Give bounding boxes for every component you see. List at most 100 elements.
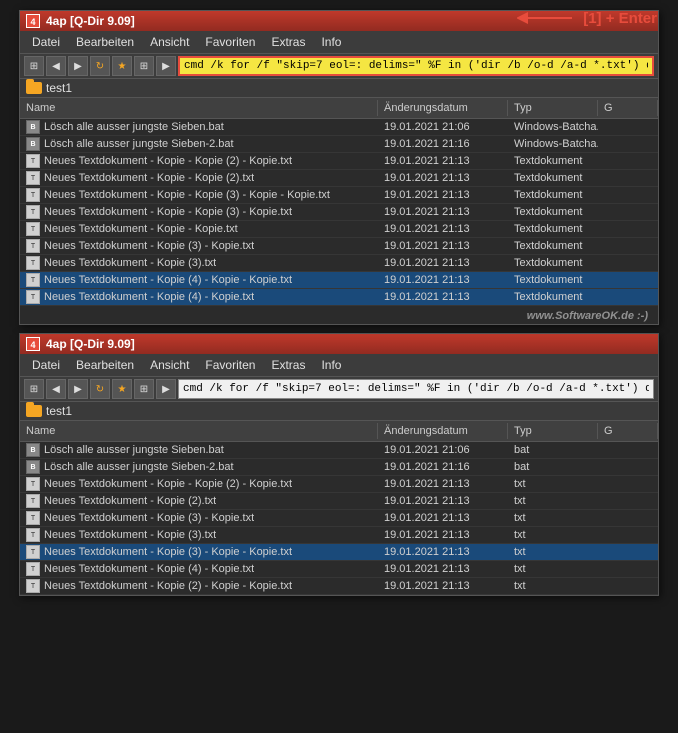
tb-refresh-btn-2[interactable]: ↻ [90,379,110,399]
txt-icon: T [26,545,40,559]
file-type-cell: Textdokument [508,239,598,253]
table-row[interactable]: T Neues Textdokument - Kopie (3) - Kopie… [20,238,658,255]
file-name: Lösch alle ausser jungste Sieben.bat [44,121,224,133]
table-row[interactable]: T Neues Textdokument - Kopie - Kopie (3)… [20,204,658,221]
table-row[interactable]: T Neues Textdokument - Kopie - Kopie (3)… [20,187,658,204]
file-g-cell [598,262,658,264]
file-g-cell [598,228,658,230]
file-g-cell [598,160,658,162]
table-row[interactable]: T Neues Textdokument - Kopie (3).txt 19.… [20,255,658,272]
file-g-cell [598,568,658,570]
file-name-cell: T Neues Textdokument - Kopie - Kopie (3)… [20,187,378,203]
menu-datei-1[interactable]: Datei [24,33,68,51]
tb-grid-btn-2[interactable]: ⊞ [24,379,44,399]
annotation-label: [1] + Enter [583,10,657,27]
menu-info-1[interactable]: Info [313,33,349,51]
table-row[interactable]: T Neues Textdokument - Kopie (3) - Kopie… [20,510,658,527]
menu-extras-1[interactable]: Extras [263,33,313,51]
table-row[interactable]: T Neues Textdokument - Kopie (3) - Kopie… [20,544,658,561]
file-name: Neues Textdokument - Kopie (3) - Kopie.t… [44,240,254,252]
txt-icon: T [26,477,40,491]
file-date-cell: 19.01.2021 21:13 [378,222,508,236]
table-row[interactable]: B Lösch alle ausser jungste Sieben-2.bat… [20,136,658,153]
table-row[interactable]: T Neues Textdokument - Kopie (3).txt 19.… [20,527,658,544]
col-g-1[interactable]: G [598,100,658,116]
table-row[interactable]: T Neues Textdokument - Kopie (4) - Kopie… [20,272,658,289]
txt-icon: T [26,528,40,542]
txt-icon: T [26,205,40,219]
table-row[interactable]: T Neues Textdokument - Kopie (4) - Kopie… [20,561,658,578]
tb-fwd-btn-2[interactable]: ▶ [68,379,88,399]
file-name-cell: T Neues Textdokument - Kopie - Kopie.txt [20,221,378,237]
file-list-2: Name Änderungsdatum Typ G B Lösch alle a… [20,421,658,595]
col-g-2[interactable]: G [598,423,658,439]
file-date-cell: 19.01.2021 21:13 [378,256,508,270]
file-g-cell [598,143,658,145]
file-name: Neues Textdokument - Kopie - Kopie (3) -… [44,189,330,201]
table-row[interactable]: T Neues Textdokument - Kopie (2).txt 19.… [20,493,658,510]
txt-icon: T [26,239,40,253]
file-list-header-1: Name Änderungsdatum Typ G [20,98,658,119]
menu-favoriten-1[interactable]: Favoriten [197,33,263,51]
file-name: Neues Textdokument - Kopie (4) - Kopie.t… [44,563,254,575]
tb-refresh-btn-1[interactable]: ↻ [90,56,110,76]
menu-bearbeiten-2[interactable]: Bearbeiten [68,356,142,374]
table-row[interactable]: T Neues Textdokument - Kopie - Kopie.txt… [20,221,658,238]
col-name-1[interactable]: Name [20,100,378,116]
address-bar-1[interactable] [178,56,654,76]
tb-layout-btn-1[interactable]: ⊞ [134,56,154,76]
table-row[interactable]: T Neues Textdokument - Kopie - Kopie (2)… [20,170,658,187]
tb-grid-btn-1[interactable]: ⊞ [24,56,44,76]
table-row[interactable]: T Neues Textdokument - Kopie - Kopie (2)… [20,476,658,493]
table-row[interactable]: B Lösch alle ausser jungste Sieben.bat 1… [20,442,658,459]
tb-layout-btn-2[interactable]: ⊞ [134,379,154,399]
col-date-2[interactable]: Änderungsdatum [378,423,508,439]
menu-ansicht-2[interactable]: Ansicht [142,356,197,374]
table-row[interactable]: T Neues Textdokument - Kopie - Kopie (2)… [20,153,658,170]
tb-fwd-btn-1[interactable]: ▶ [68,56,88,76]
menu-info-2[interactable]: Info [313,356,349,374]
txt-icon: T [26,562,40,576]
file-name: Neues Textdokument - Kopie (4) - Kopie -… [44,274,292,286]
menu-datei-2[interactable]: Datei [24,356,68,374]
file-g-cell [598,296,658,298]
col-name-2[interactable]: Name [20,423,378,439]
file-g-cell [598,534,658,536]
app-icon-2: 4 [26,337,40,351]
file-date-cell: 19.01.2021 21:13 [378,171,508,185]
menu-bearbeiten-1[interactable]: Bearbeiten [68,33,142,51]
file-date-cell: 19.01.2021 21:13 [378,562,508,576]
file-g-cell [598,279,658,281]
col-date-1[interactable]: Änderungsdatum [378,100,508,116]
table-row[interactable]: T Neues Textdokument - Kopie (2) - Kopie… [20,578,658,595]
tb-go-btn-2[interactable]: ▶ [156,379,176,399]
menu-extras-2[interactable]: Extras [263,356,313,374]
file-name-cell: B Lösch alle ausser jungste Sieben-2.bat [20,136,378,152]
file-type-cell: Textdokument [508,154,598,168]
tb-back-btn-2[interactable]: ◀ [46,379,66,399]
table-row[interactable]: B Lösch alle ausser jungste Sieben-2.bat… [20,459,658,476]
col-type-1[interactable]: Typ [508,100,598,116]
tb-back-btn-1[interactable]: ◀ [46,56,66,76]
file-list-1-body: B Lösch alle ausser jungste Sieben.bat 1… [20,119,658,306]
folder-icon-2 [26,405,42,417]
file-name: Neues Textdokument - Kopie (2) - Kopie -… [44,580,292,592]
file-type-cell: Windows-Batcha... [508,137,598,151]
menu-ansicht-1[interactable]: Ansicht [142,33,197,51]
file-name-cell: T Neues Textdokument - Kopie - Kopie (2)… [20,153,378,169]
address-bar-2[interactable] [178,379,654,399]
file-type-cell: txt [508,511,598,525]
file-name-cell: T Neues Textdokument - Kopie (2).txt [20,493,378,509]
window1-title: 4ap [Q-Dir 9.09] [46,14,135,28]
col-type-2[interactable]: Typ [508,423,598,439]
table-row[interactable]: T Neues Textdokument - Kopie (4) - Kopie… [20,289,658,306]
window2-title: 4ap [Q-Dir 9.09] [46,337,135,351]
tb-star-btn-2[interactable]: ★ [112,379,132,399]
file-type-cell: Textdokument [508,171,598,185]
table-row[interactable]: B Lösch alle ausser jungste Sieben.bat 1… [20,119,658,136]
tb-go-btn-1[interactable]: ▶ [156,56,176,76]
txt-icon: T [26,579,40,593]
txt-icon: T [26,171,40,185]
tb-star-btn-1[interactable]: ★ [112,56,132,76]
menu-favoriten-2[interactable]: Favoriten [197,356,263,374]
